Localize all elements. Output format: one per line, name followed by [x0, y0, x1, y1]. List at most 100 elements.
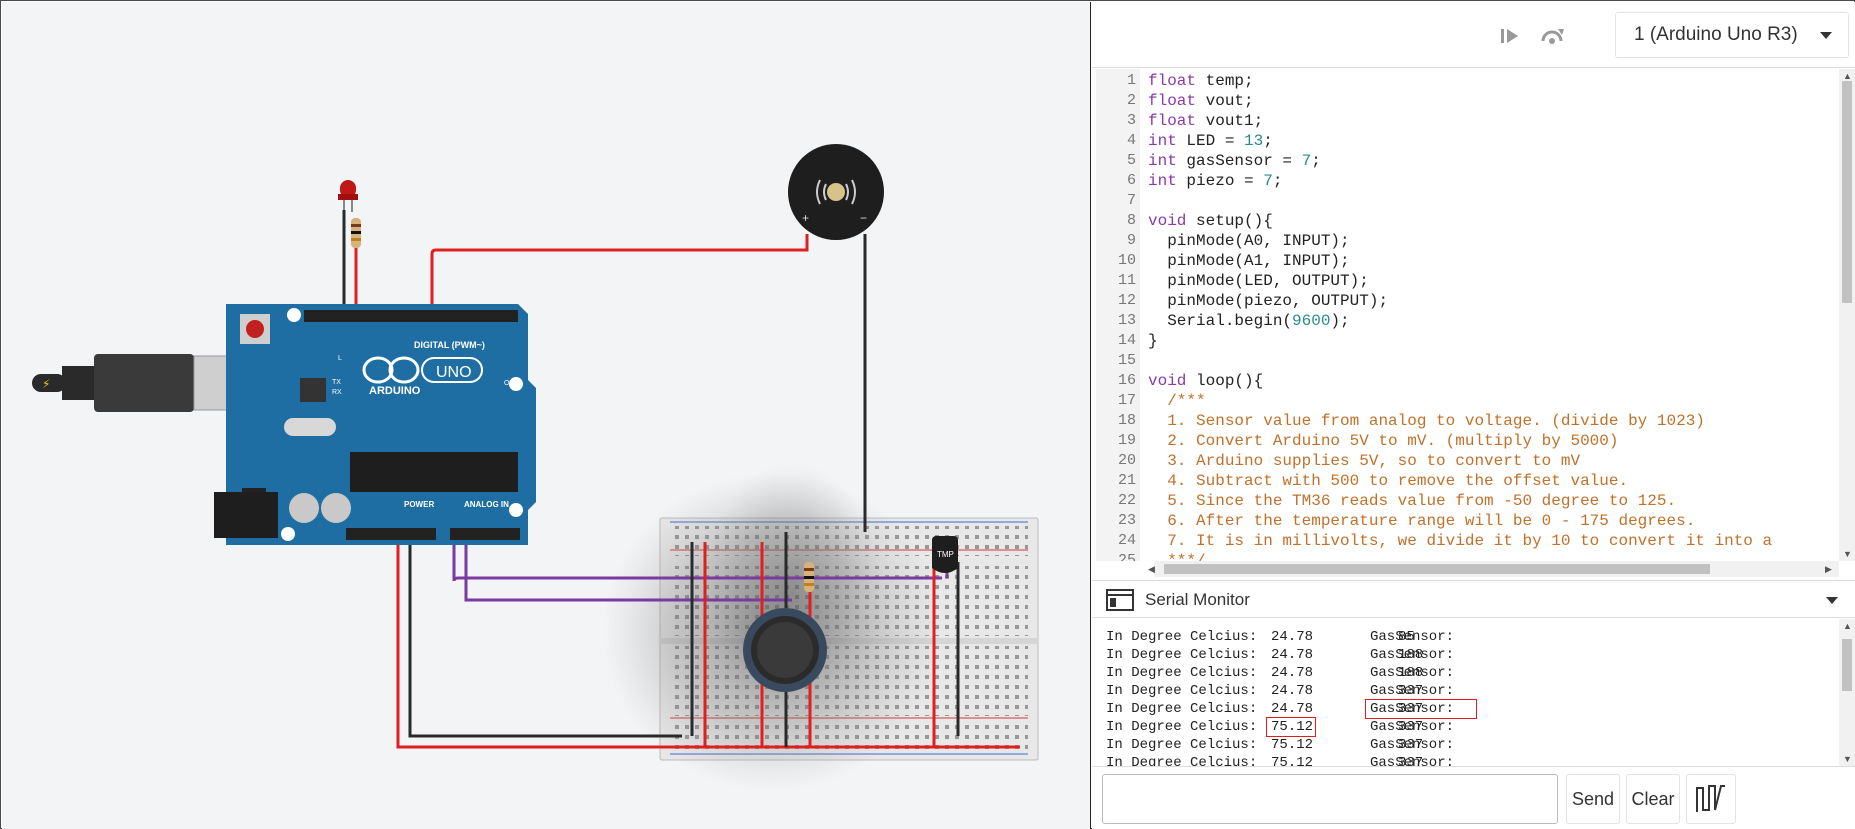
breadboard-resistor[interactable] — [804, 562, 814, 592]
line-number: 20 — [1117, 452, 1136, 469]
line-number: 16 — [1117, 372, 1136, 389]
serial-gas-value: 337 — [1398, 683, 1424, 699]
code-text: Serial.begin(9600); — [1148, 312, 1350, 330]
line-number: 10 — [1117, 252, 1136, 269]
code-text: int LED = 13; — [1148, 132, 1273, 150]
line-number: 22 — [1117, 492, 1136, 509]
gas-highlight-box — [1365, 699, 1477, 719]
send-button[interactable]: Send — [1566, 774, 1620, 824]
code-text: float vout1; — [1148, 112, 1264, 130]
serial-input[interactable] — [1102, 774, 1558, 824]
piezo-buzzer[interactable]: + − — [788, 144, 884, 240]
line-number: 19 — [1117, 432, 1136, 449]
serial-temp-label: In Degree Celcius: — [1106, 755, 1258, 766]
code-text: void setup(){ — [1148, 212, 1273, 230]
serial-monitor-icon — [1106, 589, 1134, 611]
line-number: 2 — [1126, 92, 1136, 109]
reset-icon[interactable] — [1536, 20, 1568, 52]
code-text: 2. Convert Arduino 5V to mV. (multiply b… — [1167, 432, 1619, 450]
serial-output: In Degree Celcius: 24.78 GasSensor: 85 In De… — [1092, 619, 1839, 766]
serial-scrollbar[interactable]: ▲ ▼ — [1839, 619, 1855, 766]
red-led[interactable] — [338, 180, 358, 212]
serial-monitor-header[interactable]: Serial Monitor — [1092, 580, 1855, 618]
code-editor[interactable]: 1 float temp; 2 float vout; 3 float vout1; 4 in… — [1096, 69, 1839, 561]
serial-gas-value: 85 — [1398, 629, 1415, 645]
code-horizontal-scrollbar[interactable] — [1154, 561, 1839, 577]
line-number: 11 — [1117, 272, 1136, 289]
serial-gas-value: 188 — [1398, 665, 1424, 681]
code-toolbar: 1 (Arduino Uno R3) — [1092, 2, 1855, 68]
code-text: /*** — [1167, 392, 1206, 410]
line-number: 9 — [1126, 232, 1136, 249]
line-number: 5 — [1126, 152, 1136, 169]
l-led-label: L — [338, 355, 342, 362]
code-text: pinMode(piezo, OUTPUT); — [1148, 292, 1389, 310]
play-step-icon[interactable] — [1494, 20, 1526, 52]
code-text: float vout; — [1148, 92, 1254, 110]
device-select[interactable]: 1 (Arduino Uno R3) — [1615, 12, 1849, 58]
line-number: 14 — [1117, 332, 1136, 349]
scroll-left-icon[interactable]: ◀ — [1148, 564, 1155, 575]
code-text: int gasSensor = 7; — [1148, 152, 1321, 170]
chevron-down-icon — [1820, 32, 1832, 39]
serial-temp-value: 24.78 — [1271, 665, 1314, 681]
code-text: pinMode(LED, OUTPUT); — [1148, 272, 1369, 290]
line-number: 15 — [1117, 352, 1136, 369]
serial-gas-value: 337 — [1398, 737, 1424, 753]
serial-temp-label: In Degree Celcius: — [1106, 737, 1258, 753]
serial-temp-value: 24.78 — [1271, 683, 1314, 699]
collapse-chevron-icon[interactable] — [1826, 597, 1838, 604]
code-text: ***/ — [1167, 552, 1206, 561]
serial-temp-value: 24.78 — [1271, 647, 1314, 663]
code-text: 4. Subtract with 500 to remove the offse… — [1167, 472, 1629, 490]
temp-highlight-box — [1266, 717, 1316, 737]
serial-temp-label: In Degree Celcius: — [1106, 701, 1258, 717]
line-number: 4 — [1126, 132, 1136, 149]
digital-pwm-label: DIGITAL (PWM~) — [414, 340, 485, 350]
line-number: 25 — [1117, 552, 1136, 561]
serial-temp-value: 24.78 — [1271, 629, 1314, 645]
serial-temp-label: In Degree Celcius: — [1106, 665, 1258, 681]
code-text: pinMode(A1, INPUT); — [1148, 252, 1350, 270]
line-number: 18 — [1117, 412, 1136, 429]
analog-in-label: ANALOG IN — [464, 500, 509, 509]
serial-footer: Send Clear — [1092, 766, 1855, 829]
code-text: 5. Since the TM36 reads value from -50 d… — [1167, 492, 1677, 510]
app-window: + − ⚡ ARDUINO UNO DIGITAL (PWM~) POWER A… — [0, 0, 1855, 829]
graph-icon[interactable] — [1686, 774, 1736, 824]
code-text: float temp; — [1148, 72, 1254, 90]
code-text: 7. It is in millivolts, we divide it by … — [1167, 532, 1773, 550]
line-number: 21 — [1117, 472, 1136, 489]
line-number: 17 — [1117, 392, 1136, 409]
line-number: 6 — [1126, 172, 1136, 189]
gas-sensor[interactable] — [743, 608, 827, 692]
code-text: void loop(){ — [1148, 372, 1264, 390]
tx-label: TX — [332, 379, 341, 386]
line-number: 7 — [1126, 192, 1136, 209]
serial-monitor-title: Serial Monitor — [1145, 590, 1250, 609]
serial-temp-label: In Degree Celcius: — [1106, 683, 1258, 699]
power-label: POWER — [404, 500, 434, 509]
svg-text:−: − — [860, 211, 867, 225]
code-text: 6. After the temperature range will be 0… — [1167, 512, 1696, 530]
svg-text:+: + — [802, 211, 809, 225]
board-brand-label: ARDUINO — [369, 385, 421, 397]
clear-button[interactable]: Clear — [1626, 774, 1680, 824]
scroll-right-icon[interactable]: ▶ — [1825, 564, 1832, 575]
serial-temp-label: In Degree Celcius: — [1106, 719, 1258, 735]
code-text: pinMode(A0, INPUT); — [1148, 232, 1350, 250]
tmp-label: TMP — [937, 550, 954, 559]
serial-gas-value: 337 — [1398, 755, 1424, 766]
code-vertical-scrollbar[interactable]: ▲ ▼ — [1839, 69, 1855, 561]
serial-gas-value: 337 — [1398, 719, 1424, 735]
line-number: 12 — [1117, 292, 1136, 309]
svg-text:⚡: ⚡ — [42, 377, 50, 391]
line-number: 3 — [1126, 112, 1136, 129]
serial-temp-label: In Degree Celcius: — [1106, 647, 1258, 663]
code-text: } — [1148, 332, 1158, 350]
led-resistor[interactable] — [351, 218, 361, 248]
serial-temp-value: 75.12 — [1271, 755, 1314, 766]
serial-gas-value: 188 — [1398, 647, 1424, 663]
circuit-canvas[interactable]: + − ⚡ ARDUINO UNO DIGITAL (PWM~) POWER A… — [2, 2, 1091, 829]
code-text: int piezo = 7; — [1148, 172, 1283, 190]
